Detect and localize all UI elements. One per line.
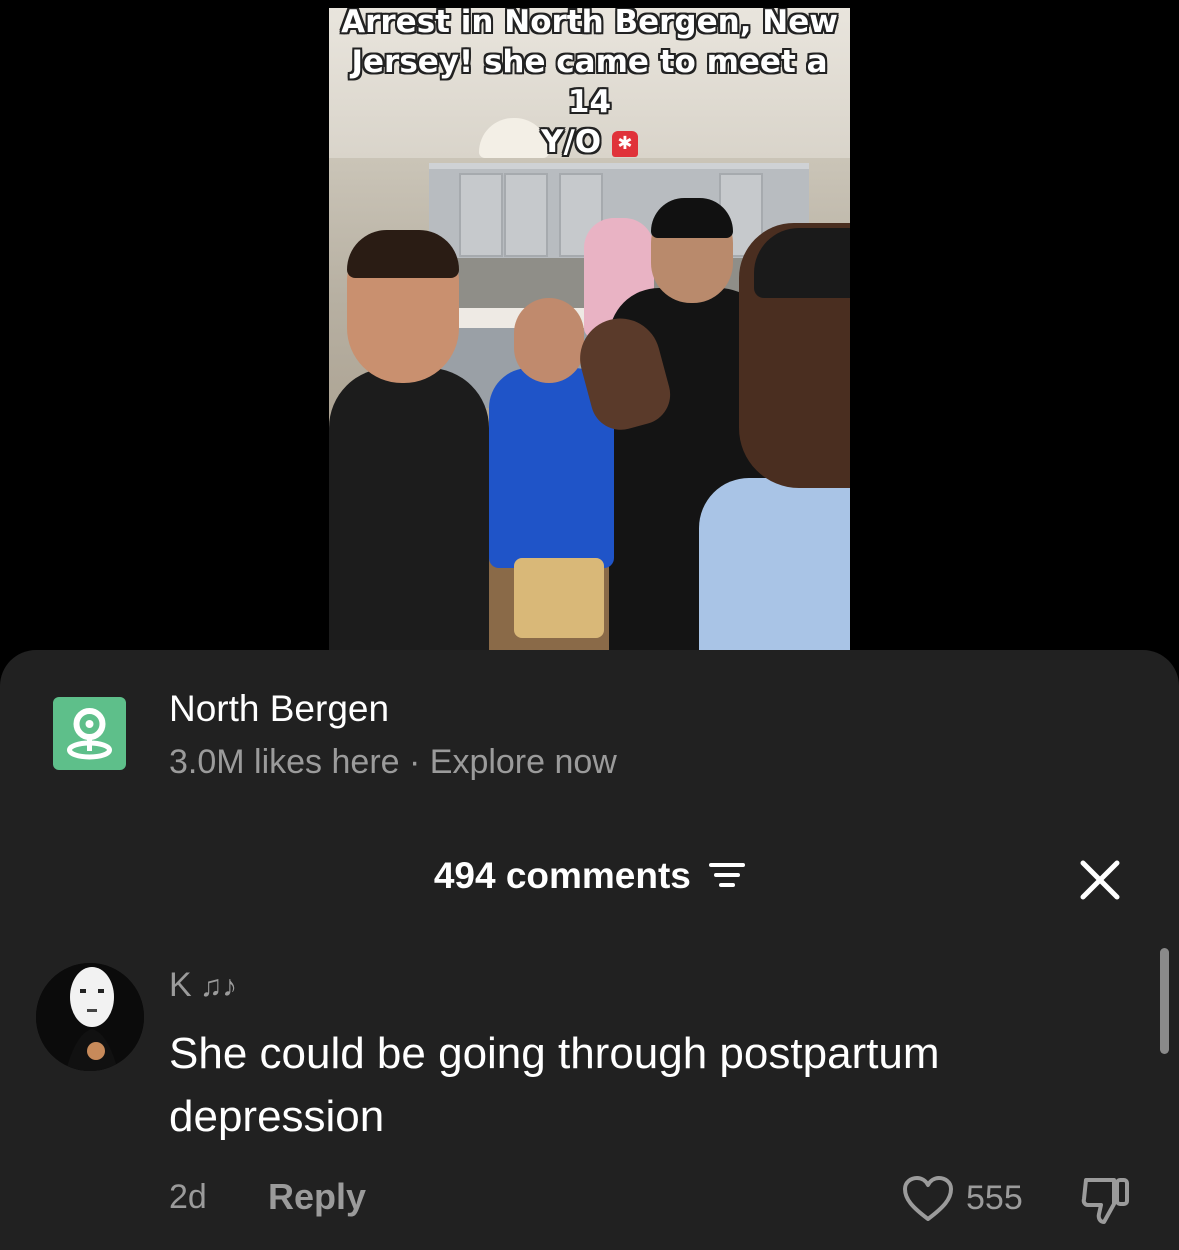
video-person-woman-head <box>514 298 584 383</box>
location-name[interactable]: North Bergen <box>169 688 389 730</box>
thumbs-down-icon[interactable] <box>1080 1172 1132 1228</box>
scrollbar[interactable] <box>1160 948 1169 1054</box>
filter-icon[interactable] <box>709 857 746 899</box>
like-count: 555 <box>966 1179 1023 1217</box>
music-notes-icon: ♫♪ <box>199 970 238 1003</box>
video-person-right-headband <box>754 228 850 298</box>
comments-header: 494 comments <box>0 855 1179 899</box>
video-person-woman-shorts <box>514 558 604 638</box>
comment-text: She could be going through postpartum de… <box>169 1029 940 1141</box>
video-player[interactable]: Arrest in North Bergen, New Jersey! she … <box>329 8 850 650</box>
video-cabinet-door <box>459 173 503 257</box>
video-person-man-left <box>329 368 489 650</box>
caption-line: Y/O ✱ <box>329 122 850 162</box>
username-text: K <box>169 966 192 1004</box>
comment-username[interactable]: K ♫♪ <box>169 966 237 1005</box>
close-icon[interactable] <box>1078 858 1122 902</box>
video-person-right <box>699 478 850 650</box>
caption-line: Jersey! she came to meet a 14 <box>351 44 828 120</box>
caption-line-3: Y/O <box>541 124 602 160</box>
avatar[interactable] <box>36 963 144 1071</box>
reply-button[interactable]: Reply <box>268 1176 366 1218</box>
comments-count: 494 comments <box>433 855 691 896</box>
heart-icon[interactable] <box>902 1175 954 1223</box>
caption-line: Arrest in North Bergen, New <box>341 8 838 40</box>
video-caption: Arrest in North Bergen, New Jersey! she … <box>329 8 850 162</box>
comments-sheet <box>0 650 1179 1250</box>
video-cabinet-door <box>504 173 548 257</box>
location-subtitle[interactable]: 3.0M likes here · Explore now <box>169 743 617 782</box>
video-person-man-left-hair <box>347 230 459 278</box>
police-light-icon: ✱ <box>611 130 638 157</box>
map-pin-icon[interactable] <box>53 697 126 770</box>
comment-time: 2d <box>169 1178 207 1216</box>
